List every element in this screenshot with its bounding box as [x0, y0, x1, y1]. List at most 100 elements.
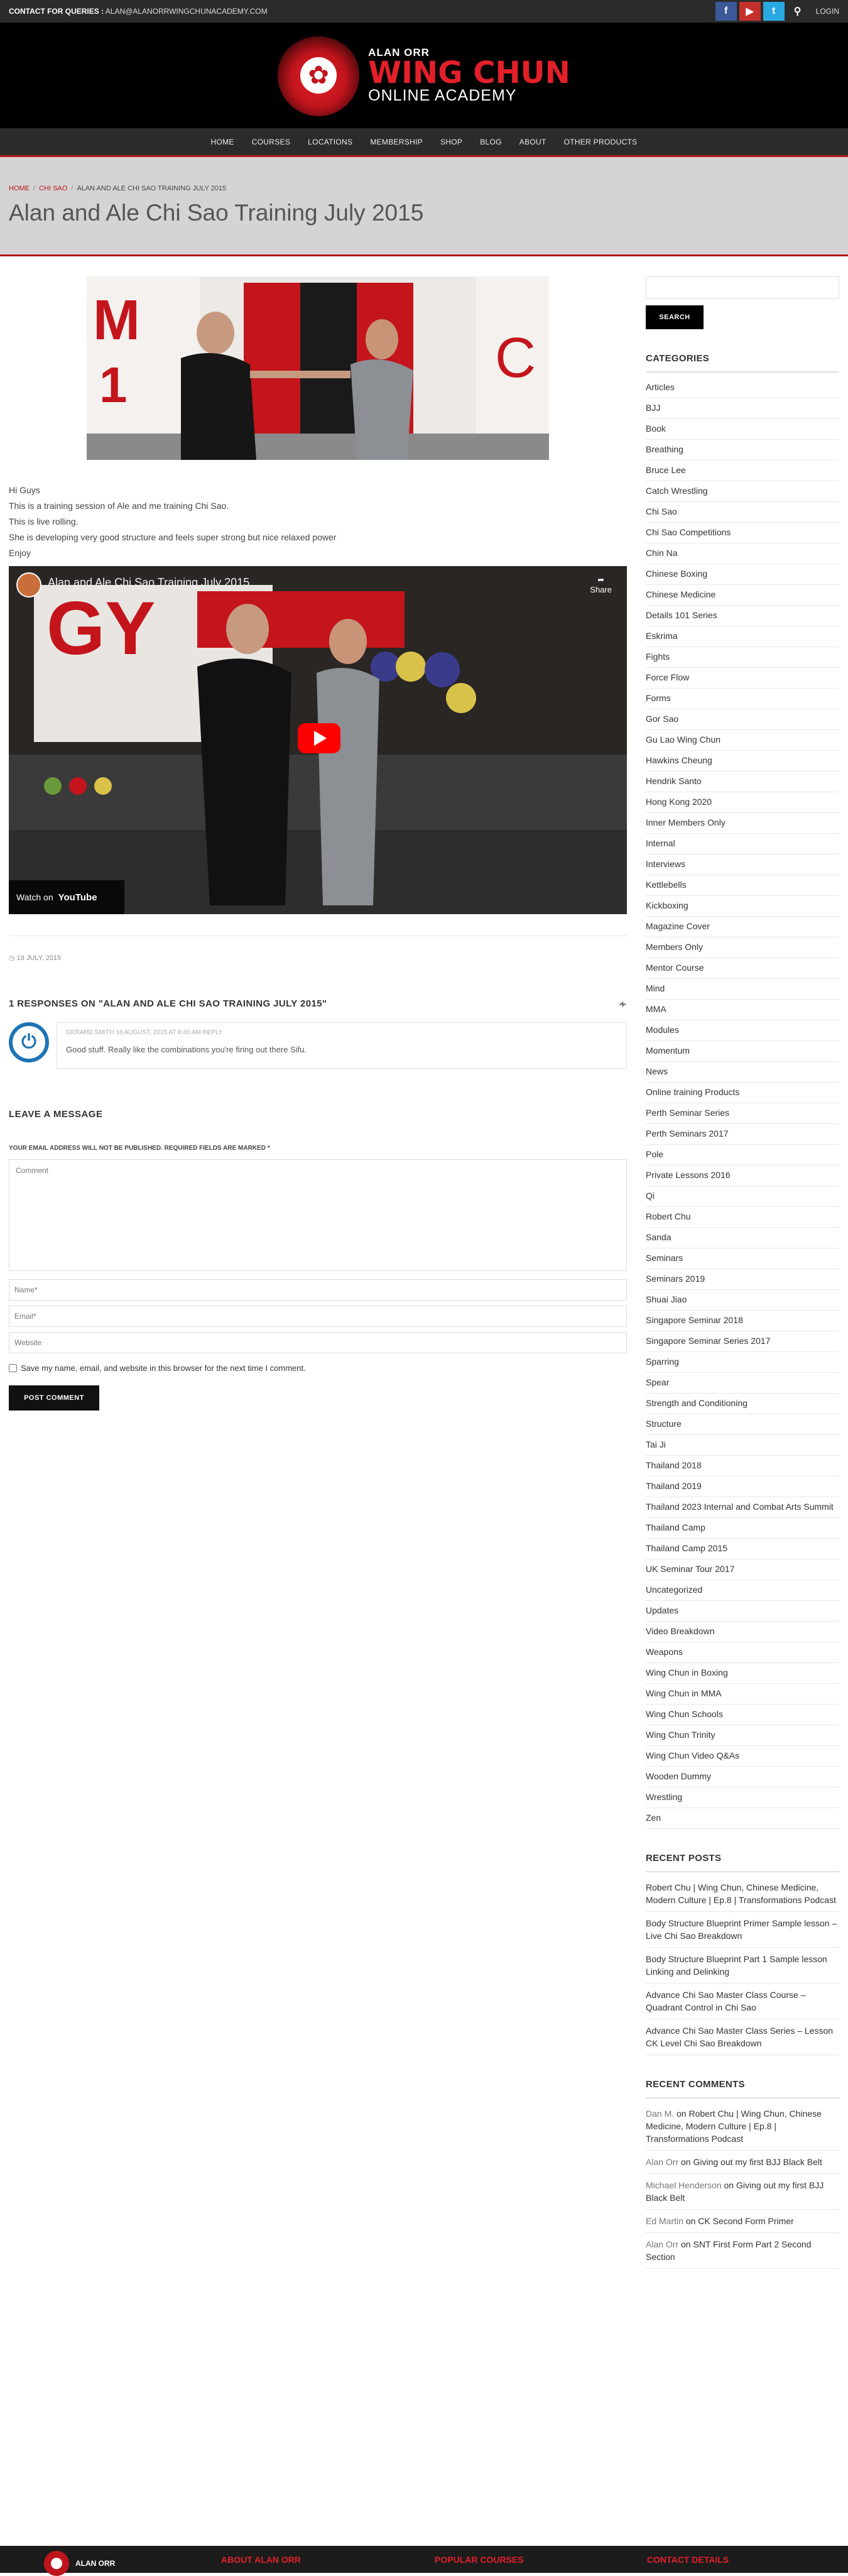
rss-icon[interactable]: ∻: [619, 998, 627, 1010]
category-link[interactable]: Chi Sao Competitions: [646, 523, 839, 543]
category-link[interactable]: Chinese Medicine: [646, 585, 839, 606]
save-details-checkbox[interactable]: [9, 1364, 17, 1372]
category-link[interactable]: Wing Chun in Boxing: [646, 1663, 839, 1684]
category-link[interactable]: Chinese Boxing: [646, 564, 839, 585]
category-link[interactable]: Chin Na: [646, 543, 839, 564]
search-icon[interactable]: ⚲: [787, 2, 808, 21]
recent-comment-post-link[interactable]: Giving out my first BJJ Black Belt: [693, 2157, 822, 2167]
recent-post-link[interactable]: Advance Chi Sao Master Class Series – Le…: [646, 2019, 839, 2055]
category-link[interactable]: Thailand 2018: [646, 1456, 839, 1476]
nav-home[interactable]: HOME: [202, 138, 243, 146]
recent-post-link[interactable]: Body Structure Blueprint Part 1 Sample l…: [646, 1948, 839, 1984]
recent-post-link[interactable]: Body Structure Blueprint Primer Sample l…: [646, 1912, 839, 1948]
category-link[interactable]: Strength and Conditioning: [646, 1394, 839, 1414]
breadcrumb-home[interactable]: HOME: [9, 185, 30, 192]
comment-date[interactable]: 16 AUGUST, 2015 AT 8:46 AM: [116, 1029, 200, 1036]
category-link[interactable]: Kickboxing: [646, 896, 839, 917]
youtube-icon[interactable]: ▶: [739, 2, 761, 21]
category-link[interactable]: Members Only: [646, 937, 839, 958]
category-link[interactable]: BJJ: [646, 398, 839, 419]
category-link[interactable]: Kettlebells: [646, 875, 839, 896]
website-field[interactable]: [9, 1332, 627, 1353]
category-link[interactable]: Interviews: [646, 854, 839, 875]
featured-image[interactable]: M 1 C: [87, 276, 549, 460]
category-link[interactable]: Fights: [646, 647, 839, 668]
nav-blog[interactable]: BLOG: [471, 138, 511, 146]
category-link[interactable]: Singapore Seminar Series 2017: [646, 1331, 839, 1352]
video-title[interactable]: Alan and Ale Chi Sao Training July 2015: [48, 576, 249, 589]
category-link[interactable]: Internal: [646, 834, 839, 854]
video-share-button[interactable]: ➦ Share: [590, 575, 612, 594]
login-link[interactable]: LOGIN: [816, 7, 839, 16]
category-link[interactable]: Sparring: [646, 1352, 839, 1373]
category-link[interactable]: Sanda: [646, 1228, 839, 1248]
category-link[interactable]: Inner Members Only: [646, 813, 839, 834]
post-comment-button[interactable]: POST COMMENT: [9, 1385, 99, 1411]
category-link[interactable]: Zen: [646, 1808, 839, 1829]
category-link[interactable]: Hawkins Cheung: [646, 751, 839, 772]
category-link[interactable]: Mind: [646, 979, 839, 1000]
category-link[interactable]: Singapore Seminar 2018: [646, 1311, 839, 1331]
footer-logo[interactable]: ALAN ORR: [44, 2551, 115, 2576]
category-link[interactable]: Book: [646, 419, 839, 440]
category-link[interactable]: Online training Products: [646, 1083, 839, 1103]
watch-on-youtube-button[interactable]: Watch on YouTube: [9, 880, 124, 914]
category-link[interactable]: Bruce Lee: [646, 461, 839, 481]
name-field[interactable]: [9, 1279, 627, 1301]
category-link[interactable]: Thailand Camp: [646, 1518, 839, 1539]
category-link[interactable]: Robert Chu: [646, 1207, 839, 1228]
recent-post-link[interactable]: Robert Chu | Wing Chun, Chinese Medicine…: [646, 1876, 839, 1912]
category-link[interactable]: Wing Chun Video Q&As: [646, 1746, 839, 1767]
category-link[interactable]: Spear: [646, 1373, 839, 1394]
category-link[interactable]: Wing Chun Schools: [646, 1705, 839, 1725]
sidebar-search-button[interactable]: SEARCH: [646, 305, 704, 329]
category-link[interactable]: Hendrik Santo: [646, 772, 839, 792]
category-link[interactable]: Articles: [646, 378, 839, 398]
nav-about[interactable]: ABOUT: [511, 138, 555, 146]
category-link[interactable]: News: [646, 1062, 839, 1083]
twitter-icon[interactable]: t: [763, 2, 785, 21]
email-field[interactable]: [9, 1306, 627, 1327]
category-link[interactable]: Thailand 2023 Internal and Combat Arts S…: [646, 1497, 839, 1518]
nav-membership[interactable]: MEMBERSHIP: [361, 138, 432, 146]
category-link[interactable]: Wrestling: [646, 1787, 839, 1808]
category-link[interactable]: Force Flow: [646, 668, 839, 689]
video-play-button[interactable]: [298, 723, 340, 753]
category-link[interactable]: Gu Lao Wing Chun: [646, 730, 839, 751]
category-link[interactable]: Breathing: [646, 440, 839, 461]
nav-other-products[interactable]: OTHER PRODUCTS: [555, 138, 646, 146]
sidebar-search-input[interactable]: [646, 276, 839, 299]
comment-reply-link[interactable]: REPLY: [203, 1029, 223, 1036]
recent-post-link[interactable]: Advance Chi Sao Master Class Course – Qu…: [646, 1984, 839, 2019]
facebook-icon[interactable]: f: [715, 2, 737, 21]
category-link[interactable]: Seminars: [646, 1248, 839, 1269]
category-link[interactable]: Gor Sao: [646, 709, 839, 730]
comment-textarea[interactable]: [9, 1159, 627, 1271]
category-link[interactable]: UK Seminar Tour 2017: [646, 1559, 839, 1580]
nav-shop[interactable]: SHOP: [432, 138, 471, 146]
category-link[interactable]: Perth Seminar Series: [646, 1103, 839, 1124]
category-link[interactable]: Momentum: [646, 1041, 839, 1062]
category-link[interactable]: Wing Chun Trinity: [646, 1725, 839, 1746]
category-link[interactable]: Video Breakdown: [646, 1622, 839, 1642]
category-link[interactable]: Mentor Course: [646, 958, 839, 979]
category-link[interactable]: Wing Chun in MMA: [646, 1684, 839, 1705]
recent-comment-post-link[interactable]: CK Second Form Primer: [698, 2216, 793, 2226]
comment-author[interactable]: GERARD SMITH: [66, 1029, 114, 1036]
category-link[interactable]: Catch Wrestling: [646, 481, 839, 502]
category-link[interactable]: Forms: [646, 689, 839, 709]
category-link[interactable]: Magazine Cover: [646, 917, 839, 937]
category-link[interactable]: Perth Seminars 2017: [646, 1124, 839, 1145]
category-link[interactable]: MMA: [646, 1000, 839, 1020]
breadcrumb-category[interactable]: CHI SAO: [39, 185, 67, 192]
contact-email-link[interactable]: ALAN@ALANORRWINGCHUNACADEMY.COM: [106, 7, 268, 16]
category-link[interactable]: Details 101 Series: [646, 606, 839, 626]
nav-locations[interactable]: LOCATIONS: [299, 138, 361, 146]
category-link[interactable]: Wooden Dummy: [646, 1767, 839, 1787]
channel-avatar[interactable]: [16, 572, 41, 598]
category-link[interactable]: Eskrima: [646, 626, 839, 647]
category-link[interactable]: Shuai Jiao: [646, 1290, 839, 1311]
category-link[interactable]: Modules: [646, 1020, 839, 1041]
category-link[interactable]: Updates: [646, 1601, 839, 1622]
category-link[interactable]: Uncategorized: [646, 1580, 839, 1601]
